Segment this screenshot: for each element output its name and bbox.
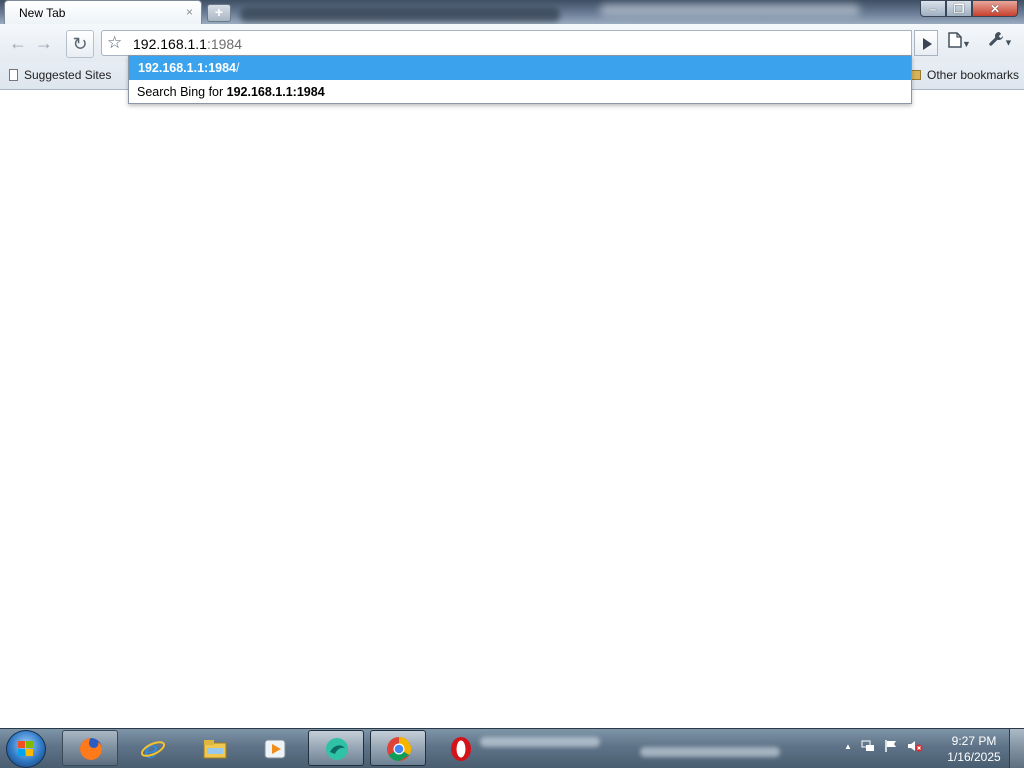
window-controls: – ❐ ✕ <box>920 0 1018 18</box>
svg-text:e: e <box>144 736 158 762</box>
tab-new-tab[interactable]: New Tab × <box>4 0 202 24</box>
page-icon <box>9 69 18 81</box>
file-explorer-icon <box>203 740 227 759</box>
chrome-icon <box>387 737 412 761</box>
bookmark-label: Suggested Sites <box>24 68 112 82</box>
firefox-icon <box>80 738 102 760</box>
maximize-button[interactable]: ❐ <box>946 0 972 17</box>
tab-title: New Tab <box>19 6 66 20</box>
forward-button[interactable]: → <box>32 30 56 56</box>
media-player-icon <box>264 739 286 759</box>
background-blur <box>240 8 560 22</box>
bookmark-star-icon[interactable]: ☆ <box>107 33 122 53</box>
suggestion-host: 192.168.1.1:1984 <box>138 61 237 75</box>
suggestion-url[interactable]: 192.168.1.1:1984/ <box>129 56 911 80</box>
show-desktop-button[interactable] <box>1009 729 1024 768</box>
suggestion-search-text: Search Bing for 192.168.1.1:1984 <box>137 85 325 99</box>
action-center-flag-icon[interactable] <box>884 739 898 753</box>
new-tab-button[interactable]: + <box>207 4 231 22</box>
volume-muted-icon[interactable] <box>907 739 923 753</box>
forward-arrow-icon: → <box>35 32 53 53</box>
tab-close-icon[interactable]: × <box>186 5 193 19</box>
clock-date: 1/16/2025 <box>947 750 1001 764</box>
close-icon: ✕ <box>989 2 1001 16</box>
go-button[interactable] <box>914 30 938 56</box>
system-tray: ▲ <box>844 739 923 753</box>
address-bar[interactable]: ☆ 192.168.1.1:1984 <box>101 30 912 56</box>
wrench-menu-button[interactable]: ▼ <box>988 31 1013 52</box>
system-clock[interactable]: 9:27 PM 1/16/2025 <box>944 733 1004 765</box>
windows-logo-icon <box>18 741 34 757</box>
maximize-icon: ❐ <box>953 2 965 16</box>
taskbar-app[interactable] <box>308 730 364 766</box>
background-blur <box>480 737 600 747</box>
other-bookmarks-label: Other bookmarks <box>927 68 1020 82</box>
network-icon[interactable] <box>861 739 875 753</box>
taskbar-internet-explorer[interactable]: e <box>124 730 180 766</box>
minimize-icon: – <box>929 2 937 16</box>
other-bookmarks-folder[interactable]: Other bookmarks <box>909 68 1019 82</box>
taskbar-media-player[interactable] <box>246 730 302 766</box>
page-menu-button[interactable]: ▼ <box>948 32 971 53</box>
suggestion-slash: / <box>236 61 240 75</box>
search-prefix: Search Bing for <box>137 85 227 99</box>
taskbar-file-explorer[interactable] <box>186 730 242 766</box>
background-blur <box>600 4 860 16</box>
taskbar-firefox[interactable] <box>62 730 118 766</box>
omnibox-suggestions: 192.168.1.1:1984/ Search Bing for 192.16… <box>128 55 912 104</box>
close-window-button[interactable]: ✕ <box>972 0 1018 17</box>
reload-icon: ↻ <box>72 33 88 54</box>
taskbar-chrome[interactable] <box>370 730 426 766</box>
address-typed-text: 192.168.1.1 <box>133 36 207 52</box>
chevron-down-icon: ▼ <box>1004 37 1013 48</box>
internet-explorer-icon: e <box>140 736 166 762</box>
background-blur <box>640 747 780 757</box>
page-icon <box>948 32 962 48</box>
clock-time: 9:27 PM <box>951 734 997 748</box>
opera-icon <box>451 737 471 761</box>
show-hidden-icons-button[interactable]: ▲ <box>844 742 852 751</box>
chevron-down-icon: ▼ <box>962 38 971 49</box>
back-button[interactable]: ← <box>6 30 30 56</box>
app-icon <box>326 738 348 760</box>
wrench-icon <box>989 32 1003 46</box>
play-arrow-icon <box>923 38 932 50</box>
taskbar: e ▲ 9:27 PM 1/16/2025 <box>0 728 1024 768</box>
back-arrow-icon: ← <box>9 32 27 53</box>
start-button[interactable] <box>6 730 46 768</box>
search-query: 192.168.1.1:1984 <box>226 85 325 99</box>
minimize-button[interactable]: – <box>920 0 946 17</box>
taskbar-opera[interactable] <box>432 730 488 766</box>
address-completion-text: :1984 <box>206 36 243 52</box>
suggestion-url-text: 192.168.1.1:1984/ <box>138 61 240 75</box>
reload-button[interactable]: ↻ <box>66 30 94 58</box>
address-input[interactable]: 192.168.1.1:1984 <box>133 36 242 52</box>
bookmark-suggested-sites[interactable]: Suggested Sites <box>9 68 111 82</box>
suggestion-search[interactable]: Search Bing for 192.168.1.1:1984 <box>129 80 911 104</box>
title-bar: New Tab × + – ❐ ✕ <box>0 0 1024 24</box>
